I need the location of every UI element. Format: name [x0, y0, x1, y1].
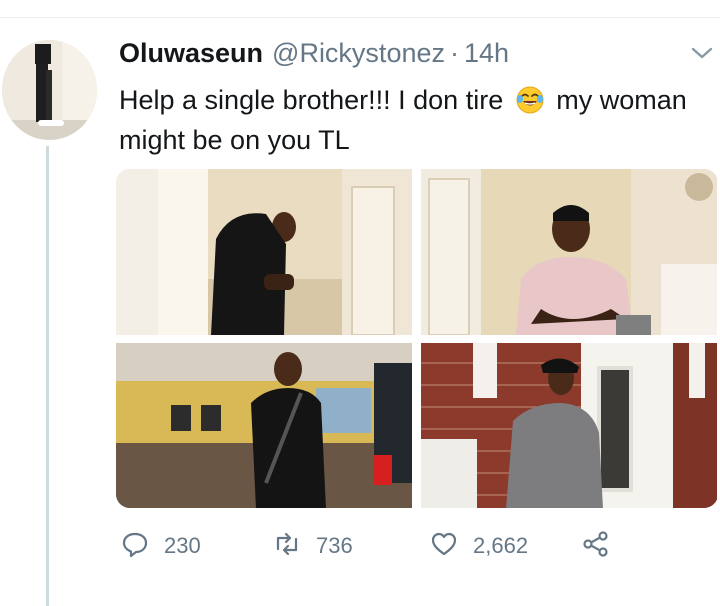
top-divider — [0, 17, 720, 18]
man-grey-sweater-front-door-image — [421, 343, 717, 508]
media-grid — [116, 169, 718, 508]
avatar[interactable] — [2, 40, 97, 140]
reply-button[interactable]: 230 — [120, 529, 201, 564]
separator-dot: · — [450, 37, 459, 68]
chevron-down-icon[interactable] — [690, 43, 714, 63]
share-button[interactable] — [581, 529, 611, 564]
user-handle[interactable]: @Rickystonez — [272, 38, 445, 69]
man-black-shirt-restaurant-image — [116, 343, 412, 508]
share-icon — [581, 529, 611, 564]
tweet-header: Oluwaseun @Rickystonez · 14h — [119, 36, 509, 70]
like-icon — [429, 529, 459, 564]
avatar-image — [2, 40, 97, 140]
display-name[interactable]: Oluwaseun — [119, 38, 263, 69]
photo-3[interactable] — [116, 343, 412, 508]
reply-icon — [120, 529, 150, 564]
retweet-count: 736 — [316, 533, 353, 558]
reply-count: 230 — [164, 533, 201, 558]
man-pink-tshirt-seated-image — [421, 169, 717, 335]
photo-4[interactable] — [421, 343, 717, 508]
timestamp[interactable]: 14h — [464, 38, 509, 69]
tweet-text-part1: Help a single brother!!! I don tire — [119, 85, 504, 115]
photo-2[interactable] — [421, 169, 717, 335]
like-button[interactable]: 2,662 — [429, 529, 528, 564]
retweet-icon — [272, 529, 302, 564]
retweet-button[interactable]: 736 — [272, 529, 353, 564]
photo-1[interactable] — [116, 169, 412, 335]
like-count: 2,662 — [473, 533, 529, 558]
thread-line — [46, 146, 49, 606]
man-black-sweater-hallway-image — [116, 169, 412, 335]
face-with-tears-of-joy-icon — [515, 85, 545, 115]
tweet-text: Help a single brother!!! I don tire my w… — [119, 80, 714, 160]
